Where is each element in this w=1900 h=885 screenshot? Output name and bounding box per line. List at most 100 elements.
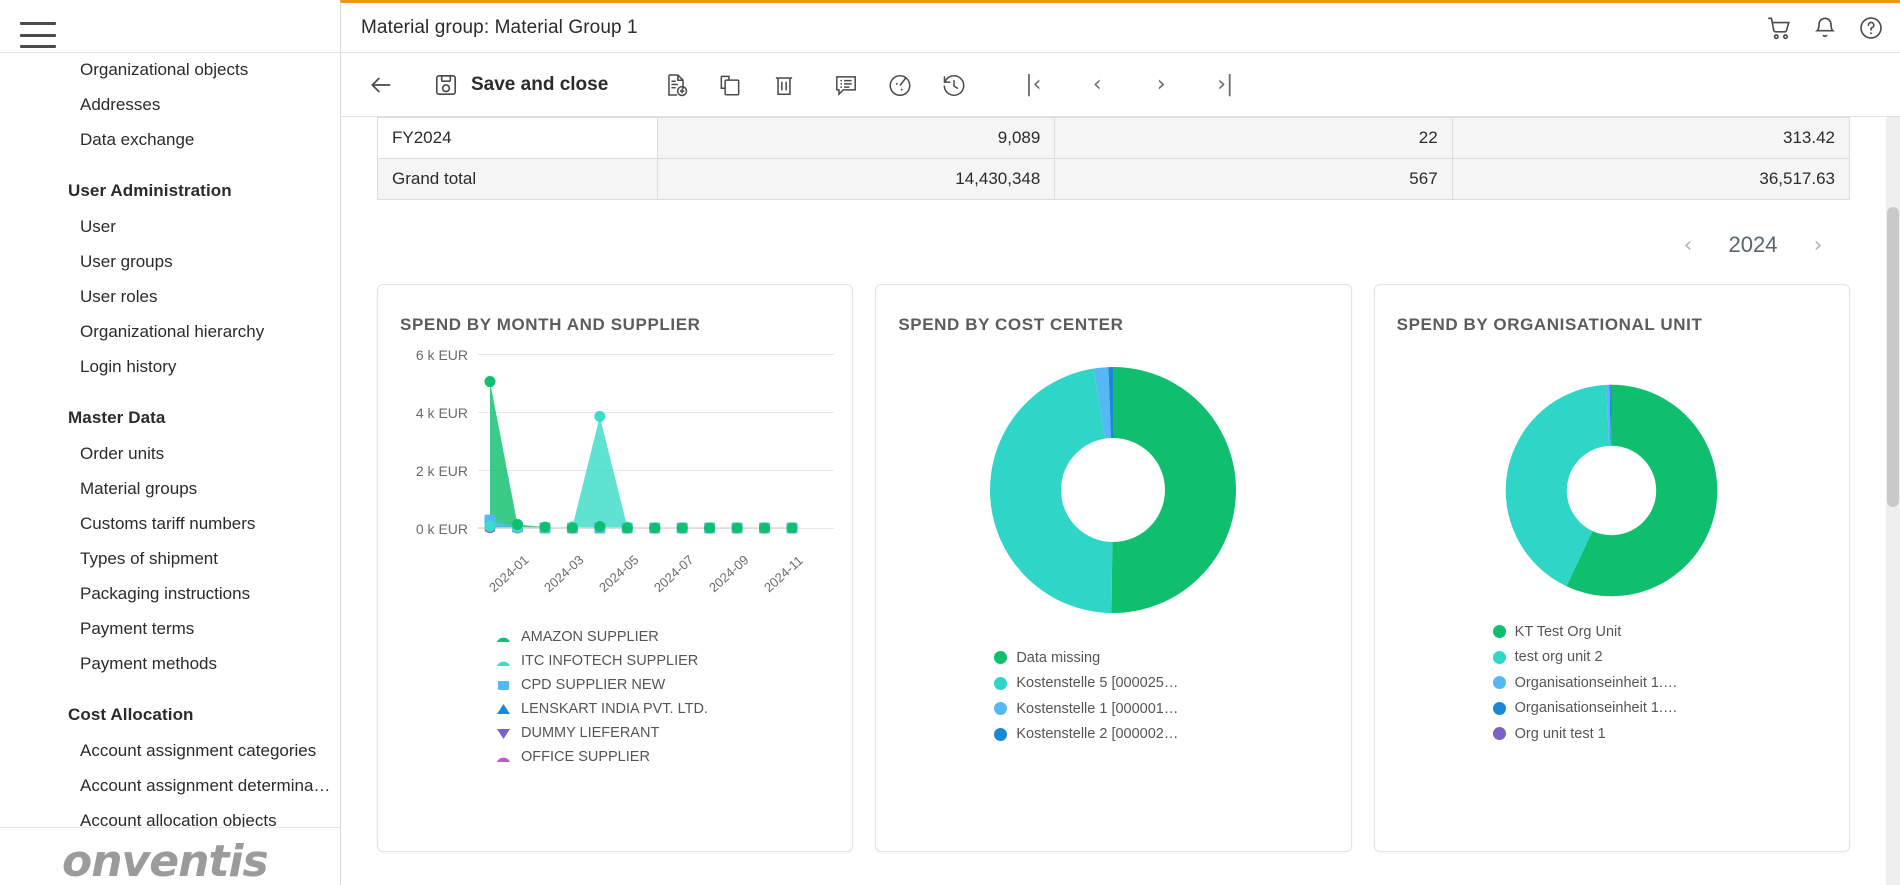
brand-footer: onventis	[0, 827, 340, 885]
y-axis-tick-4k: 4 k EUR	[390, 405, 468, 421]
table-row[interactable]: Grand total 14,430,348 567 36,517.63	[378, 159, 1850, 200]
chart-title-spend-by-cost-center: SPEND BY COST CENTER	[876, 285, 1350, 335]
sidebar-item-account-assignment-categories[interactable]: Account assignment categories	[0, 734, 340, 769]
legend-marker-icon	[496, 750, 512, 764]
card-spend-by-cost-center: SPEND BY COST CENTER Data missingKostens…	[875, 284, 1351, 852]
legend-color-dot	[1493, 727, 1506, 740]
line-chart[interactable]: 6 k EUR 4 k EUR 2 k EUR 0 k EUR 2024-012…	[378, 353, 852, 633]
sidebar-item-customs-tariff-numbers[interactable]: Customs tariff numbers	[0, 507, 340, 542]
previous-year-button[interactable]: ‹	[1666, 228, 1710, 262]
sidebar-group-cost-allocation: Cost Allocation Account assignment categ…	[0, 696, 340, 839]
sidebar-item-user-groups[interactable]: User groups	[0, 245, 340, 280]
action-toolbar: Save and close	[341, 53, 1900, 117]
donut-slice[interactable]	[1112, 367, 1237, 613]
help-icon[interactable]	[1858, 15, 1884, 41]
legend-item[interactable]: ITC INFOTECH SUPPLIER	[496, 649, 852, 673]
notes-icon[interactable]	[826, 63, 866, 107]
history-icon[interactable]	[934, 63, 974, 107]
vertical-scrollbar-thumb[interactable]	[1887, 207, 1899, 507]
first-page-button[interactable]: |‹	[1012, 63, 1054, 107]
legend-item[interactable]: Organisationseinheit 1.…	[1493, 696, 1849, 722]
sidebar-item-organizational-hierarchy[interactable]: Organizational hierarchy	[0, 315, 340, 350]
sidebar-item-order-units[interactable]: Order units	[0, 437, 340, 472]
vertical-scrollbar[interactable]	[1886, 117, 1900, 885]
donut-slice[interactable]	[990, 369, 1112, 613]
sidebar-item-packaging-instructions[interactable]: Packaging instructions	[0, 577, 340, 612]
legend-item[interactable]: LENSKART INDIA PVT. LTD.	[496, 697, 852, 721]
sidebar-item-payment-terms[interactable]: Payment terms	[0, 612, 340, 647]
sidebar-item-data-exchange[interactable]: Data exchange	[0, 123, 340, 158]
legend-label: test org unit 2	[1515, 649, 1603, 665]
legend-color-dot	[994, 702, 1007, 715]
next-page-button[interactable]: ›	[1140, 63, 1182, 107]
copy-icon[interactable]	[710, 63, 750, 107]
back-arrow-icon[interactable]	[361, 63, 401, 107]
sidebar-group-user-administration: User Administration User User groups Use…	[0, 172, 340, 385]
table-row[interactable]: FY2024 9,089 22 313.42	[378, 118, 1850, 159]
dashboard-cards: SPEND BY MONTH AND SUPPLIER 6 k EUR 4 k …	[341, 272, 1886, 852]
legend-label: Kostenstelle 1 [000001…	[1016, 701, 1178, 717]
sidebar-item-user[interactable]: User	[0, 210, 340, 245]
sidebar-item-payment-methods[interactable]: Payment methods	[0, 647, 340, 682]
donut-chart-org-unit[interactable]	[1375, 335, 1849, 645]
legend-item[interactable]: Org unit test 1	[1493, 721, 1849, 747]
selected-year-label: 2024	[1710, 232, 1796, 258]
new-document-icon[interactable]	[656, 63, 696, 107]
last-page-button[interactable]: ›|	[1204, 63, 1246, 107]
status-icon[interactable]	[880, 63, 920, 107]
next-year-button[interactable]: ›	[1796, 228, 1840, 262]
sidebar-item-user-roles[interactable]: User roles	[0, 280, 340, 315]
x-axis-tick-label: 2024-01	[486, 552, 531, 595]
cart-icon[interactable]	[1766, 15, 1792, 41]
save-icon	[433, 72, 459, 98]
sidebar-group-title-user-administration: User Administration	[0, 172, 340, 210]
legend-item[interactable]: Data missing	[994, 645, 1350, 671]
menu-toggle-button[interactable]	[20, 22, 56, 48]
chart-title-spend-by-organisational-unit: SPEND BY ORGANISATIONAL UNIT	[1375, 285, 1849, 335]
legend-item[interactable]: Kostenstelle 2 [000002…	[994, 722, 1350, 748]
table-cell-value-1: 9,089	[658, 118, 1055, 159]
x-axis-tick-label: 2024-07	[651, 552, 696, 595]
legend-item[interactable]: Kostenstelle 5 [000025…	[994, 671, 1350, 697]
legend-marker-icon	[496, 678, 512, 692]
sidebar-item-material-groups[interactable]: Material groups	[0, 472, 340, 507]
save-and-close-button[interactable]: Save and close	[423, 63, 618, 107]
legend-color-dot	[1493, 651, 1506, 664]
legend-marker-icon	[496, 630, 512, 644]
sidebar-group-title-cost-allocation: Cost Allocation	[0, 696, 340, 734]
sidebar-item-account-assignment-determination[interactable]: Account assignment determina…	[0, 769, 340, 804]
legend-item[interactable]: Organisationseinheit 1.…	[1493, 670, 1849, 696]
bell-icon[interactable]	[1812, 15, 1838, 41]
legend-label: DUMMY LIEFERANT	[521, 725, 659, 741]
legend-color-dot	[994, 651, 1007, 664]
legend-item[interactable]: KT Test Org Unit	[1493, 619, 1849, 645]
spacer	[0, 682, 340, 696]
summary-table: FY2024 9,089 22 313.42 Grand total 14,43…	[377, 117, 1850, 200]
sidebar-group-0: Organizational objects Addresses Data ex…	[0, 53, 340, 158]
page-title: Material group: Material Group 1	[341, 17, 638, 39]
legend-item[interactable]: DUMMY LIEFERANT	[496, 721, 852, 745]
sidebar-scroll-area[interactable]: Organizational objects Addresses Data ex…	[0, 52, 340, 827]
donut-chart-cost-center[interactable]	[876, 335, 1350, 645]
legend-label: Organisationseinheit 1.…	[1515, 700, 1678, 716]
legend-item[interactable]: CPD SUPPLIER NEW	[496, 673, 852, 697]
content-scroll: FY2024 9,089 22 313.42 Grand total 14,43…	[341, 117, 1886, 885]
legend-item[interactable]: test org unit 2	[1493, 645, 1849, 671]
chart-legend-cost-center: Data missingKostenstelle 5 [000025… Koste…	[994, 645, 1350, 747]
table-cell-value-2: 22	[1055, 118, 1452, 159]
delete-icon[interactable]	[764, 63, 804, 107]
donut-chart-org-unit-plot	[1504, 383, 1719, 598]
legend-color-dot	[1493, 702, 1506, 715]
sidebar-item-login-history[interactable]: Login history	[0, 350, 340, 385]
sidebar-item-addresses[interactable]: Addresses	[0, 88, 340, 123]
legend-item[interactable]: OFFICE SUPPLIER	[496, 745, 852, 769]
legend-item[interactable]: AMAZON SUPPLIER	[496, 625, 852, 649]
table-cell-label: FY2024	[378, 118, 658, 159]
sidebar-item-types-of-shipment[interactable]: Types of shipment	[0, 542, 340, 577]
prev-page-button[interactable]: ‹	[1076, 63, 1118, 107]
legend-label: KT Test Org Unit	[1515, 624, 1622, 640]
card-spend-by-month-and-supplier: SPEND BY MONTH AND SUPPLIER 6 k EUR 4 k …	[377, 284, 853, 852]
sidebar-item-organizational-objects[interactable]: Organizational objects	[0, 53, 340, 88]
table-cell-value-1: 14,430,348	[658, 159, 1055, 200]
legend-item[interactable]: Kostenstelle 1 [000001…	[994, 696, 1350, 722]
